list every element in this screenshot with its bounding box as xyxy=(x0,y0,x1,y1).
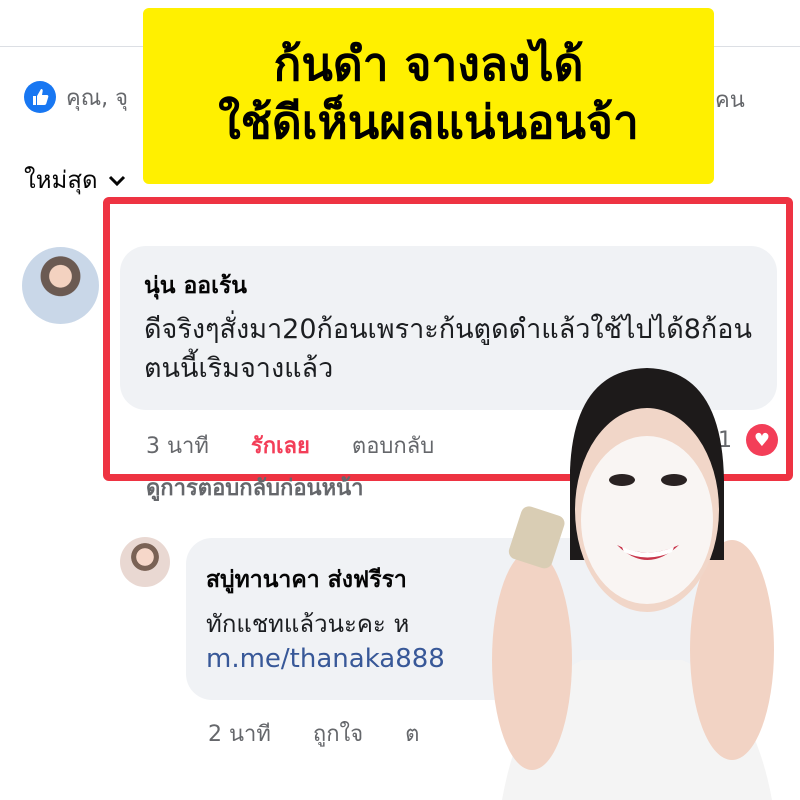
sort-label: ใหม่สุด xyxy=(24,166,98,194)
likes-text: คุณ, จุ xyxy=(66,85,129,111)
avatar[interactable] xyxy=(22,247,99,324)
view-previous-replies[interactable]: ดูการตอบกลับก่อนหน้า xyxy=(146,470,363,505)
reply-text: ทักแชทแล้วนะคะ ห xyxy=(206,610,410,638)
messenger-link[interactable]: m.me/thanaka888 xyxy=(206,644,445,674)
banner-line-1: ก้นดำ จางลงได้ xyxy=(273,37,584,91)
model-photo xyxy=(492,368,774,800)
likes-count-suffix: คน xyxy=(715,88,745,113)
banner-line-2: ใช้ดีเห็นผลแน่นอนจ้า xyxy=(218,94,639,149)
likes-summary[interactable]: คุณ, จุ xyxy=(24,80,128,114)
like-button[interactable]: ถูกใจ xyxy=(313,716,363,751)
thumbs-up-icon xyxy=(24,81,56,113)
avatar[interactable] xyxy=(120,537,170,587)
reply-actions: 2 นาที ถูกใจ ต xyxy=(208,716,461,751)
promo-banner: ก้นดำ จางลงได้ ใช้ดีเห็นผลแน่นอนจ้า xyxy=(143,8,714,184)
reply-button[interactable]: ต xyxy=(405,716,419,751)
sort-dropdown[interactable]: ใหม่สุด xyxy=(24,160,128,199)
reply-author[interactable]: สบู่ทานาคา ส่งฟรีรา xyxy=(206,562,407,598)
chevron-down-icon xyxy=(108,175,125,186)
reply-time[interactable]: 2 นาที xyxy=(208,716,271,751)
